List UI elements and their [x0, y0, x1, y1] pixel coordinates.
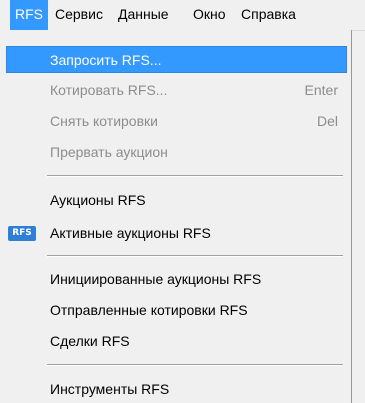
menu-item-active-rfs-auctions[interactable]: RFS Активные аукционы RFS: [0, 220, 350, 247]
menu-item-quote-rfs[interactable]: Котировать RFS... Enter: [0, 77, 350, 104]
menu-item-label: Снять котировки: [50, 113, 158, 129]
menu-item-label: Отправленные котировки RFS: [50, 302, 248, 318]
menu-item-label: Аукционы RFS: [50, 192, 146, 208]
menu-item-label: Запросить RFS...: [50, 52, 162, 68]
menu-item-label: Инструменты RFS: [50, 381, 170, 397]
menu-item-rfs-deals[interactable]: Сделки RFS: [0, 328, 350, 355]
menu-help[interactable]: Справка: [236, 0, 301, 30]
rfs-icon: RFS: [8, 226, 36, 241]
menu-rfs[interactable]: RFS: [10, 0, 48, 30]
rfs-dropdown-menu: Запросить RFS... Котировать RFS... Enter…: [0, 30, 352, 403]
menu-separator: [47, 175, 343, 177]
menu-item-shortcut: Enter: [304, 82, 338, 98]
menu-item-request-rfs[interactable]: Запросить RFS...: [6, 46, 347, 73]
menu-item-label: Прервать аукцион: [50, 144, 168, 160]
menu-service[interactable]: Сервис: [50, 0, 108, 30]
menu-window[interactable]: Окно: [188, 0, 231, 30]
menu-bar: RFS Сервис Данные Окно Справка: [0, 0, 365, 31]
menu-item-sent-rfs-quotes[interactable]: Отправленные котировки RFS: [0, 297, 350, 324]
menu-item-initiated-rfs-auctions[interactable]: Инициированные аукционы RFS: [0, 266, 350, 293]
menu-item-remove-quotes[interactable]: Снять котировки Del: [0, 108, 350, 135]
menu-item-label: Котировать RFS...: [50, 82, 168, 98]
menu-data[interactable]: Данные: [113, 0, 174, 30]
menu-item-rfs-auctions[interactable]: Аукционы RFS: [0, 187, 350, 214]
menu-item-abort-auction[interactable]: Прервать аукцион: [0, 139, 350, 166]
menu-item-rfs-instruments[interactable]: Инструменты RFS: [0, 376, 350, 403]
menu-item-shortcut: Del: [316, 113, 338, 129]
menu-item-label: Инициированные аукционы RFS: [50, 271, 262, 287]
menu-item-label: Сделки RFS: [50, 333, 130, 349]
menu-item-label: Активные аукционы RFS: [50, 225, 211, 241]
menu-separator: [47, 364, 343, 366]
menu-separator: [47, 255, 343, 257]
